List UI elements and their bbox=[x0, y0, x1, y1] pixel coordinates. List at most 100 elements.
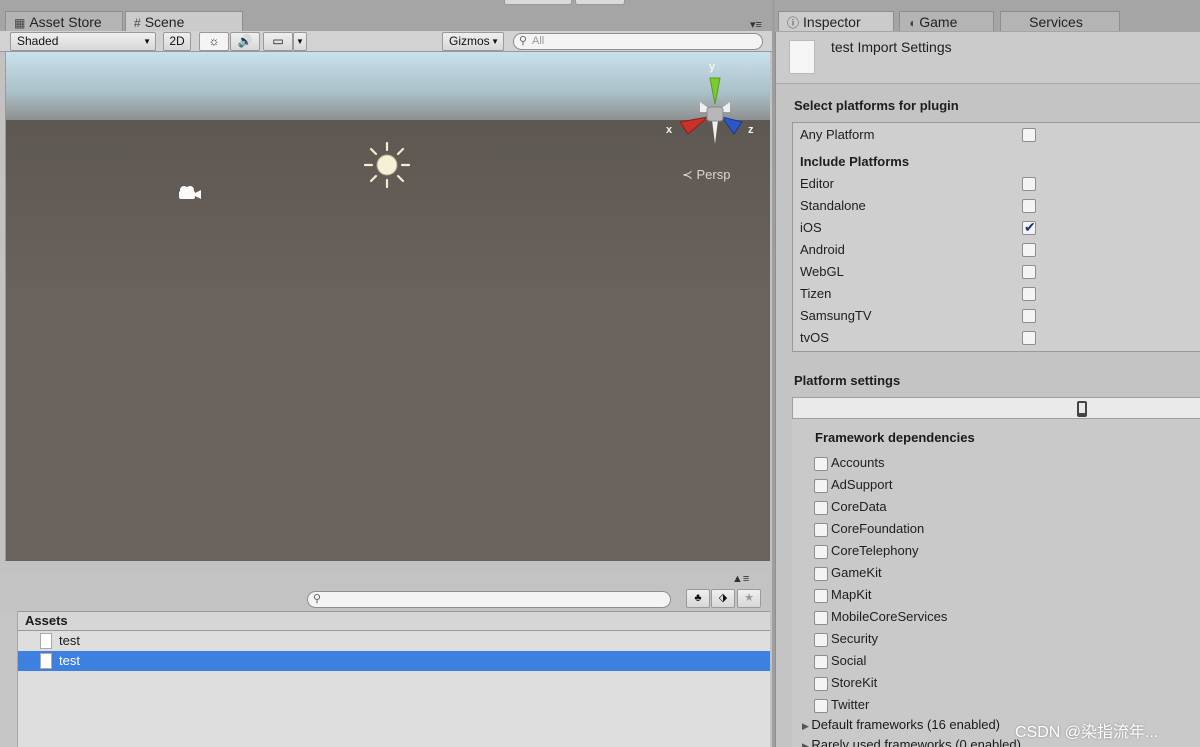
projection-label: Persp bbox=[696, 167, 731, 182]
platforms-box: Any Platform Include Platforms Editor Sta… bbox=[792, 122, 1200, 352]
assets-header: Assets bbox=[18, 611, 770, 631]
skybox bbox=[6, 52, 770, 120]
window-control[interactable] bbox=[575, 0, 625, 5]
framework-checkbox[interactable] bbox=[814, 567, 828, 581]
project-toolbar: ▲≡ ⚲ ♣ ⬗ ★ bbox=[0, 572, 772, 611]
tab-asset-store[interactable]: ▦ Asset Store bbox=[5, 11, 123, 31]
tab-scene[interactable]: # Scene bbox=[125, 11, 243, 31]
framework-label: MapKit bbox=[831, 587, 872, 602]
framework-checkbox[interactable] bbox=[814, 677, 828, 691]
lock-icon[interactable]: ▪ bbox=[748, 66, 752, 77]
phone-icon[interactable] bbox=[1076, 400, 1088, 418]
info-icon: ⓘ bbox=[787, 16, 800, 30]
sun-icon: ☼ bbox=[208, 34, 220, 48]
asset-item-selected[interactable]: test bbox=[18, 651, 770, 671]
asset-name: test bbox=[59, 653, 80, 668]
framework-label: StoreKit bbox=[831, 675, 878, 690]
platform-row: Editor bbox=[800, 176, 1040, 191]
platform-settings-title: Platform settings bbox=[794, 373, 901, 388]
framework-checkbox[interactable] bbox=[814, 633, 828, 647]
window-control[interactable] bbox=[504, 0, 572, 5]
platform-checkbox[interactable] bbox=[1022, 177, 1036, 191]
filter-by-label-button[interactable]: ⬗ bbox=[711, 589, 735, 608]
any-platform-checkbox[interactable] bbox=[1022, 128, 1036, 142]
hash-icon: # bbox=[134, 16, 141, 30]
framework-checkbox[interactable] bbox=[814, 545, 828, 559]
tab-label: Inspector bbox=[803, 14, 861, 30]
framework-checkbox[interactable] bbox=[814, 523, 828, 537]
platform-checkbox[interactable] bbox=[1022, 287, 1036, 301]
platform-settings-tabs bbox=[792, 397, 1200, 419]
framework-list: Accounts AdSupport CoreData CoreFoundation C… bbox=[814, 455, 1194, 715]
platform-checkbox[interactable] bbox=[1022, 219, 1036, 236]
asset-item[interactable]: test bbox=[18, 631, 770, 651]
shading-mode-dropdown[interactable]: Shaded ▼ bbox=[10, 32, 156, 51]
select-platforms-title: Select platforms for plugin bbox=[794, 98, 959, 113]
framework-dependencies-box: Framework dependencies Accounts AdSupport… bbox=[792, 419, 1200, 747]
platform-label: Standalone bbox=[800, 198, 866, 213]
platform-checkbox[interactable] bbox=[1022, 331, 1036, 345]
framework-checkbox[interactable] bbox=[814, 501, 828, 515]
inspector-tab-strip: ⓘ Inspector ◖ Game Services bbox=[775, 0, 1200, 32]
framework-checkbox[interactable] bbox=[814, 457, 828, 471]
tab-label: Services bbox=[1029, 14, 1083, 30]
file-icon bbox=[40, 653, 52, 669]
image-icon: ▭ bbox=[272, 34, 284, 48]
speaker-icon: 🔊 bbox=[237, 34, 253, 48]
file-icon bbox=[40, 633, 52, 649]
platform-label: Editor bbox=[800, 176, 834, 191]
shapes-icon: ♣ bbox=[694, 592, 702, 604]
projection-toggle[interactable]: ≺ Persp bbox=[682, 167, 730, 183]
orientation-gizmo[interactable] bbox=[670, 74, 760, 154]
scene-viewport[interactable]: y x z ▪ ≺ Persp bbox=[5, 52, 770, 561]
filter-by-type-button[interactable]: ♣ bbox=[686, 589, 710, 608]
sun-light-icon[interactable] bbox=[362, 140, 412, 190]
framework-checkbox[interactable] bbox=[814, 699, 828, 713]
platform-checkbox[interactable] bbox=[1022, 199, 1036, 213]
camera-icon[interactable] bbox=[176, 184, 202, 202]
audio-toggle-button[interactable]: 🔊 bbox=[230, 32, 260, 51]
lock-icon[interactable]: ▲≡ bbox=[732, 573, 749, 585]
tab-inspector[interactable]: ⓘ Inspector bbox=[778, 11, 894, 31]
framework-checkbox[interactable] bbox=[814, 589, 828, 603]
framework-label: GameKit bbox=[831, 565, 882, 580]
framework-checkbox[interactable] bbox=[814, 479, 828, 493]
scene-toolbar: Shaded ▼ 2D ☼ 🔊 ▭ ▼ Gizmos ▼ ⚲ All bbox=[0, 31, 772, 52]
asset-list: test test bbox=[18, 631, 770, 747]
favorites-button[interactable]: ★ bbox=[737, 589, 761, 608]
effects-dropdown[interactable]: ▼ bbox=[293, 32, 307, 51]
star-icon: ★ bbox=[744, 592, 754, 604]
rarely-used-frameworks-label: Rarely used frameworks (0 enabled) bbox=[811, 737, 1021, 747]
tab-services[interactable]: Services bbox=[1000, 11, 1120, 31]
framework-label: Social bbox=[831, 653, 867, 668]
lighting-toggle-button[interactable]: ☼ bbox=[199, 32, 229, 51]
gizmos-dropdown[interactable]: Gizmos ▼ bbox=[442, 32, 504, 51]
inspector-title: test Import Settings bbox=[831, 39, 952, 55]
platform-checkbox[interactable] bbox=[1022, 243, 1036, 257]
platform-checkbox[interactable] bbox=[1022, 309, 1036, 323]
project-search-input[interactable]: ⚲ bbox=[307, 591, 671, 608]
scene-search-input[interactable]: ⚲ All bbox=[513, 33, 763, 50]
any-platform-label: Any Platform bbox=[800, 127, 875, 142]
tab-label: Scene bbox=[144, 14, 185, 30]
triangle-right-icon: ▶ bbox=[802, 741, 812, 747]
default-frameworks-foldout[interactable]: ▶ Default frameworks (16 enabled) bbox=[802, 717, 1000, 732]
toggle-2d-button[interactable]: 2D bbox=[163, 32, 191, 51]
chevron-down-icon: ▼ bbox=[296, 37, 304, 46]
framework-checkbox[interactable] bbox=[814, 611, 828, 625]
effects-toggle-button[interactable]: ▭ bbox=[263, 32, 293, 51]
chevron-down-icon: ▼ bbox=[143, 37, 151, 46]
framework-label: Accounts bbox=[831, 455, 885, 470]
framework-label: Twitter bbox=[831, 697, 870, 712]
document-icon bbox=[789, 40, 815, 74]
rarely-used-frameworks-foldout[interactable]: ▶ Rarely used frameworks (0 enabled) bbox=[802, 737, 1021, 747]
framework-checkbox[interactable] bbox=[814, 655, 828, 669]
framework-label: AdSupport bbox=[831, 477, 893, 492]
platform-row: SamsungTV bbox=[800, 308, 1040, 323]
cart-icon: ▦ bbox=[14, 16, 26, 30]
tab-game[interactable]: ◖ Game bbox=[899, 11, 994, 31]
panel-menu-icon[interactable]: ▾≡ bbox=[750, 18, 762, 31]
pacman-icon: ◖ bbox=[908, 16, 916, 30]
platform-row: Android bbox=[800, 242, 1040, 257]
platform-checkbox[interactable] bbox=[1022, 265, 1036, 279]
